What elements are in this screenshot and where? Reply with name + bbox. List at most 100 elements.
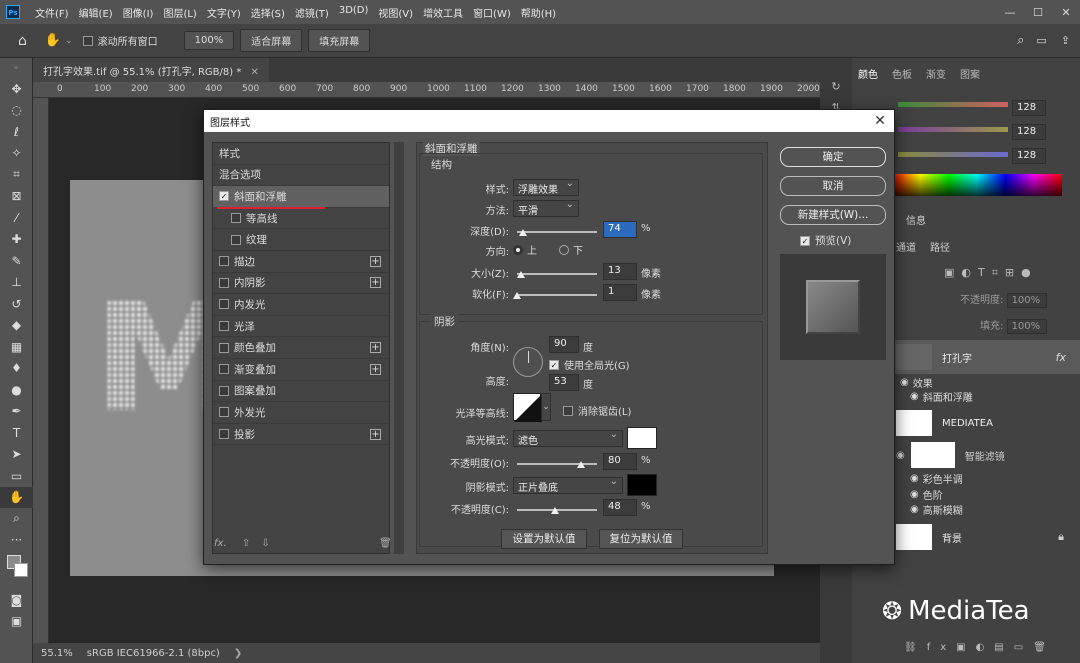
highlight-mode-select[interactable]: 滤色 — [513, 429, 623, 447]
close-icon[interactable]: ✕ — [1052, 6, 1080, 19]
trash-icon[interactable]: 🗑︎ — [379, 538, 392, 549]
layer-row-bevel[interactable]: ◉ 斜面和浮雕 — [910, 388, 973, 404]
depth-slider-handle[interactable] — [518, 229, 527, 236]
altitude-input[interactable]: 53 — [549, 374, 579, 391]
fx-menu-button[interactable]: fx. — [214, 538, 227, 549]
layer-filter-icons[interactable]: ▣◐T⌗⊞● — [944, 266, 1038, 280]
style-list-item[interactable]: 内发光 — [213, 294, 389, 316]
menu-item[interactable]: 滤镜(T) — [290, 5, 334, 20]
preview-checkbox[interactable]: ✓ — [800, 235, 810, 246]
soften-slider[interactable] — [517, 294, 597, 296]
pen-tool-icon[interactable]: ✒ — [0, 401, 33, 423]
layer-row-perforated[interactable]: 打孔字 fx — [892, 340, 1080, 374]
minimize-icon[interactable]: — — [996, 6, 1024, 19]
soften-slider-handle[interactable] — [513, 292, 521, 299]
maximize-icon[interactable]: ☐ — [1024, 6, 1052, 19]
fit-screen-button[interactable]: 适合屏幕 — [240, 29, 303, 52]
style-list-item[interactable]: 等高线 — [213, 208, 389, 230]
shadow-mode-select[interactable]: 正片叠底 — [513, 476, 623, 494]
chevron-down-icon[interactable]: ⌄ — [65, 36, 73, 46]
menu-item[interactable]: 图像(I) — [118, 5, 159, 20]
add-style-icon[interactable]: + — [370, 428, 381, 440]
screen-mode-icon[interactable]: ▣ — [0, 611, 33, 633]
angle-input[interactable]: 90 — [549, 336, 579, 353]
depth-input[interactable]: 74 — [603, 221, 637, 238]
reset-default-button[interactable]: 复位为默认值 — [599, 529, 683, 549]
red-slider[interactable] — [898, 102, 1008, 107]
style-checkbox[interactable]: ✓ — [219, 191, 229, 202]
direction-up-radio[interactable]: 上 — [513, 242, 537, 257]
crop-tool-icon[interactable]: ⌗ — [0, 164, 33, 186]
hand-tool-icon[interactable]: ✋ — [0, 486, 33, 508]
technique-select[interactable]: 平滑 — [513, 199, 579, 217]
type-tool-icon[interactable]: T — [0, 422, 33, 444]
menu-item[interactable]: 文件(F) — [30, 5, 74, 20]
dodge-tool-icon[interactable]: ● — [0, 379, 33, 401]
layer-panel-tab[interactable]: 路径 — [930, 239, 950, 254]
eye-icon[interactable]: ◉ — [910, 473, 919, 484]
magic-wand-icon[interactable]: ✧ — [0, 143, 33, 165]
status-zoom[interactable]: 55.1% — [41, 648, 73, 659]
layer-panel-tab[interactable]: 通道 — [896, 239, 916, 254]
style-list-item[interactable]: 图案叠加 — [213, 381, 389, 403]
layer-row-smart-filters[interactable]: ◉ 智能滤镜 — [896, 442, 1005, 468]
menu-item[interactable]: 3D(D) — [334, 5, 374, 20]
soften-input[interactable]: 1 — [603, 284, 637, 301]
ok-button[interactable]: 确定 — [780, 147, 886, 167]
highlight-opacity-input[interactable]: 80 — [603, 453, 637, 470]
fill-input[interactable]: 100% — [1006, 319, 1047, 334]
style-checkbox[interactable] — [219, 277, 229, 288]
size-input[interactable]: 13 — [603, 263, 637, 280]
menu-item[interactable]: 图层(L) — [158, 5, 201, 20]
style-select[interactable]: 浮雕效果 — [513, 178, 579, 196]
style-checkbox[interactable] — [231, 234, 241, 245]
layer-row-color-halftone[interactable]: ◉ 彩色半调 — [910, 470, 963, 486]
style-list-item[interactable]: 混合选项 — [213, 165, 389, 187]
close-tab-icon[interactable]: ✕ — [251, 67, 259, 78]
size-slider[interactable] — [517, 273, 597, 275]
green-value[interactable]: 128 — [1012, 124, 1046, 140]
healing-brush-icon[interactable]: ✚ — [0, 229, 33, 251]
fx-badge[interactable]: fx — [1056, 351, 1066, 364]
style-checkbox[interactable] — [219, 342, 229, 353]
color-panel-tab[interactable]: 图案 — [960, 66, 980, 81]
color-panel-tab[interactable]: 色板 — [892, 66, 912, 81]
history-brush-icon[interactable]: ↺ — [0, 293, 33, 315]
style-checkbox[interactable] — [231, 213, 241, 224]
cancel-button[interactable]: 取消 — [780, 176, 886, 196]
direction-down-radio[interactable]: 下 — [559, 242, 583, 257]
info-tab[interactable]: 信息 — [906, 212, 926, 227]
style-list-item[interactable]: 描边 + — [213, 251, 389, 273]
quick-mask-icon[interactable]: ◙ — [0, 589, 33, 611]
background-color-swatch[interactable] — [14, 563, 28, 577]
eye-icon[interactable]: ◉ — [910, 391, 919, 402]
clone-stamp-icon[interactable]: ⊥ — [0, 272, 33, 294]
search-icon[interactable]: ⌕ — [1017, 33, 1024, 48]
frame-tool-icon[interactable]: ⊠ — [0, 186, 33, 208]
depth-slider[interactable] — [517, 231, 597, 233]
highlight-color-swatch[interactable] — [627, 427, 657, 449]
gloss-contour-preview[interactable] — [513, 393, 542, 422]
green-slider[interactable] — [898, 127, 1008, 132]
add-style-icon[interactable]: + — [370, 342, 381, 354]
move-up-icon[interactable]: ⇧ — [242, 538, 250, 549]
marquee-tool-icon[interactable]: ◌ — [0, 100, 33, 122]
eye-icon[interactable]: ◉ — [910, 504, 919, 515]
add-style-icon[interactable]: + — [370, 277, 381, 289]
radio-selected-icon[interactable] — [513, 244, 523, 255]
home-icon[interactable]: ⌂ — [18, 33, 27, 49]
style-list-item[interactable]: 内阴影 + — [213, 273, 389, 295]
style-list-item[interactable]: ✓ 斜面和浮雕 — [213, 186, 389, 209]
layer-panel-footer-icons[interactable]: ⛓fx▣◐▤▭🗑︎ — [904, 642, 1056, 653]
layer-row-mediatea[interactable]: MEDIATEA — [892, 408, 1080, 438]
highlight-opacity-handle[interactable] — [577, 461, 585, 468]
fill-screen-button[interactable]: 填充屏幕 — [308, 29, 371, 52]
opacity-input[interactable]: 100% — [1006, 293, 1047, 308]
anti-alias-option[interactable]: 消除锯齿(L) — [563, 403, 631, 418]
style-checkbox[interactable] — [219, 407, 229, 418]
move-tool-icon[interactable]: ✥ — [0, 78, 33, 100]
style-list-item[interactable]: 纹理 — [213, 229, 389, 251]
menu-item[interactable]: 帮助(H) — [516, 5, 561, 20]
gloss-contour-dropdown[interactable]: ⌄ — [541, 393, 551, 421]
color-swatches[interactable] — [0, 551, 32, 589]
